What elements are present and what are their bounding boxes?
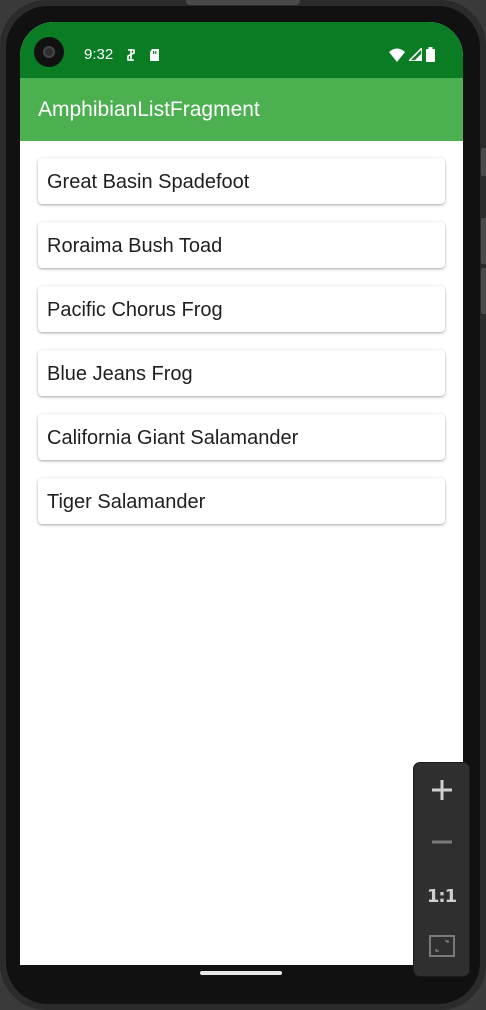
fit-screen-button[interactable] xyxy=(414,922,469,974)
zoom-out-button[interactable] xyxy=(414,818,469,870)
status-bar: 9:32 xyxy=(20,22,463,78)
app-bar: AmphibianListFragment xyxy=(20,78,463,141)
amphibian-name: Tiger Salamander xyxy=(47,491,206,513)
amphibian-name: California Giant Salamander xyxy=(47,427,299,449)
volume-up-button xyxy=(481,218,486,264)
wifi-icon xyxy=(389,48,405,67)
amphibian-list-item[interactable]: California Giant Salamander xyxy=(38,414,445,460)
amphibian-list-item[interactable]: Roraima Bush Toad xyxy=(38,222,445,268)
amphibian-name: Blue Jeans Frog xyxy=(47,363,193,385)
usb-debug-icon xyxy=(124,48,138,62)
amphibian-name: Pacific Chorus Frog xyxy=(47,299,223,321)
battery-icon xyxy=(426,47,435,67)
fit-screen-icon xyxy=(428,934,455,962)
device-top-edge xyxy=(186,0,300,5)
power-button xyxy=(481,148,486,176)
actual-size-label: 1:1 xyxy=(426,885,457,907)
phone-screen: 9:32 AmphibianListFragment Great Basin S… xyxy=(20,22,463,965)
minus-icon xyxy=(431,831,453,858)
gesture-navigation-handle[interactable] xyxy=(200,971,282,975)
amphibian-name: Roraima Bush Toad xyxy=(47,235,223,257)
actual-size-button[interactable]: 1:1 xyxy=(414,870,469,922)
volume-down-button xyxy=(481,268,486,314)
amphibian-list-item[interactable]: Pacific Chorus Frog xyxy=(38,286,445,332)
amphibian-name: Great Basin Spadefoot xyxy=(47,171,250,193)
emulator-zoom-panel: 1:1 xyxy=(414,763,469,976)
amphibian-list-item[interactable]: Blue Jeans Frog xyxy=(38,350,445,396)
cell-signal-icon xyxy=(407,46,423,66)
sd-card-icon xyxy=(148,48,162,62)
amphibian-list-item[interactable]: Great Basin Spadefoot xyxy=(38,158,445,204)
plus-icon xyxy=(431,779,453,806)
amphibian-list-item[interactable]: Tiger Salamander xyxy=(38,478,445,524)
status-time: 9:32 xyxy=(84,46,114,63)
front-camera xyxy=(34,37,64,67)
app-title: AmphibianListFragment xyxy=(38,98,260,121)
status-right-icons xyxy=(389,46,435,67)
zoom-in-button[interactable] xyxy=(414,766,469,818)
